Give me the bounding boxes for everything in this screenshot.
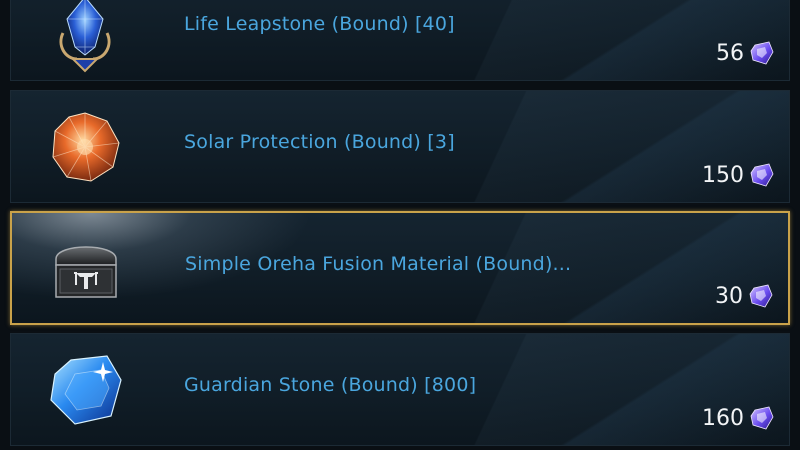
life-leapstone-icon xyxy=(45,0,125,73)
item-name: Simple Oreha Fusion Material (Bound)... xyxy=(185,253,572,275)
solar-protection-icon xyxy=(45,107,125,187)
crystal-currency-icon xyxy=(749,40,775,66)
shop-item-row-selected[interactable]: Simple Oreha Fusion Material (Bound)... … xyxy=(10,211,790,325)
crystal-currency-icon xyxy=(749,405,775,431)
shop-item-row[interactable]: Guardian Stone (Bound) [800] 160 xyxy=(10,333,790,446)
oreha-chest-icon xyxy=(46,229,126,309)
shop-item-row[interactable]: Life Leapstone (Bound) [40] 56 xyxy=(10,0,790,81)
item-price: 160 xyxy=(702,405,775,431)
price-value: 160 xyxy=(702,405,744,431)
crystal-currency-icon xyxy=(749,162,775,188)
item-price: 56 xyxy=(716,40,775,66)
item-price: 30 xyxy=(715,283,774,309)
price-value: 30 xyxy=(715,283,743,309)
crystal-currency-icon xyxy=(748,283,774,309)
price-value: 150 xyxy=(702,162,744,188)
shop-item-row[interactable]: Solar Protection (Bound) [3] 150 xyxy=(10,90,790,203)
item-name: Guardian Stone (Bound) [800] xyxy=(184,374,477,396)
price-value: 56 xyxy=(716,40,744,66)
guardian-stone-icon xyxy=(45,350,125,430)
item-name: Life Leapstone (Bound) [40] xyxy=(184,13,455,35)
shop-item-list: Life Leapstone (Bound) [40] 56 Solar Pro… xyxy=(0,0,800,450)
item-name: Solar Protection (Bound) [3] xyxy=(184,131,455,153)
item-price: 150 xyxy=(702,162,775,188)
